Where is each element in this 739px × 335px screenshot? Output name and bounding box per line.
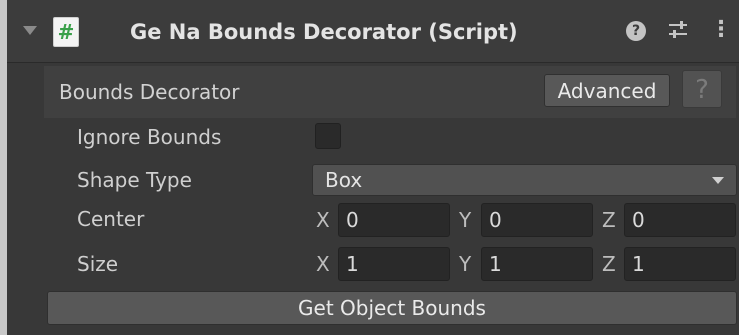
size-y-field[interactable]: 1 bbox=[481, 247, 593, 281]
center-y-field[interactable]: 0 bbox=[481, 203, 593, 237]
center-z-label: Z bbox=[602, 208, 616, 232]
shape-type-value: Box bbox=[325, 168, 363, 192]
center-label: Center bbox=[77, 207, 145, 231]
ignore-bounds-label: Ignore Bounds bbox=[77, 125, 222, 149]
decorator-help-button[interactable]: ? bbox=[682, 70, 722, 108]
center-x-label: X bbox=[316, 208, 330, 232]
bounds-decorator-box: Bounds Decorator Advanced ? bbox=[44, 66, 736, 118]
ignore-bounds-checkbox[interactable] bbox=[315, 123, 341, 149]
size-z-label: Z bbox=[602, 252, 616, 276]
inspector-component-panel: # Ge Na Bounds Decorator (Script) ? ⋮ Bo… bbox=[7, 0, 739, 335]
size-y-label: Y bbox=[459, 252, 472, 276]
size-z-field[interactable]: 1 bbox=[624, 247, 736, 281]
center-z-field[interactable]: 0 bbox=[624, 203, 736, 237]
center-x-field[interactable]: 0 bbox=[338, 203, 450, 237]
advanced-button[interactable]: Advanced bbox=[544, 74, 670, 107]
shape-type-label: Shape Type bbox=[77, 168, 192, 192]
csharp-script-icon: # bbox=[53, 17, 79, 47]
foldout-arrow-icon[interactable] bbox=[23, 26, 37, 35]
shape-type-dropdown[interactable]: Box bbox=[312, 164, 737, 196]
chevron-down-icon bbox=[712, 177, 724, 184]
get-object-bounds-button[interactable]: Get Object Bounds bbox=[47, 291, 737, 325]
component-title: Ge Na Bounds Decorator (Script) bbox=[130, 20, 518, 44]
size-label: Size bbox=[77, 252, 119, 276]
component-header[interactable]: # Ge Na Bounds Decorator (Script) ? ⋮ bbox=[7, 0, 739, 63]
size-x-field[interactable]: 1 bbox=[338, 247, 450, 281]
center-y-label: Y bbox=[459, 208, 472, 232]
presets-icon[interactable] bbox=[667, 18, 689, 42]
decorator-title: Bounds Decorator bbox=[59, 80, 240, 104]
size-x-label: X bbox=[316, 252, 330, 276]
kebab-menu-icon[interactable]: ⋮ bbox=[710, 16, 732, 44]
help-icon[interactable]: ? bbox=[626, 21, 646, 41]
